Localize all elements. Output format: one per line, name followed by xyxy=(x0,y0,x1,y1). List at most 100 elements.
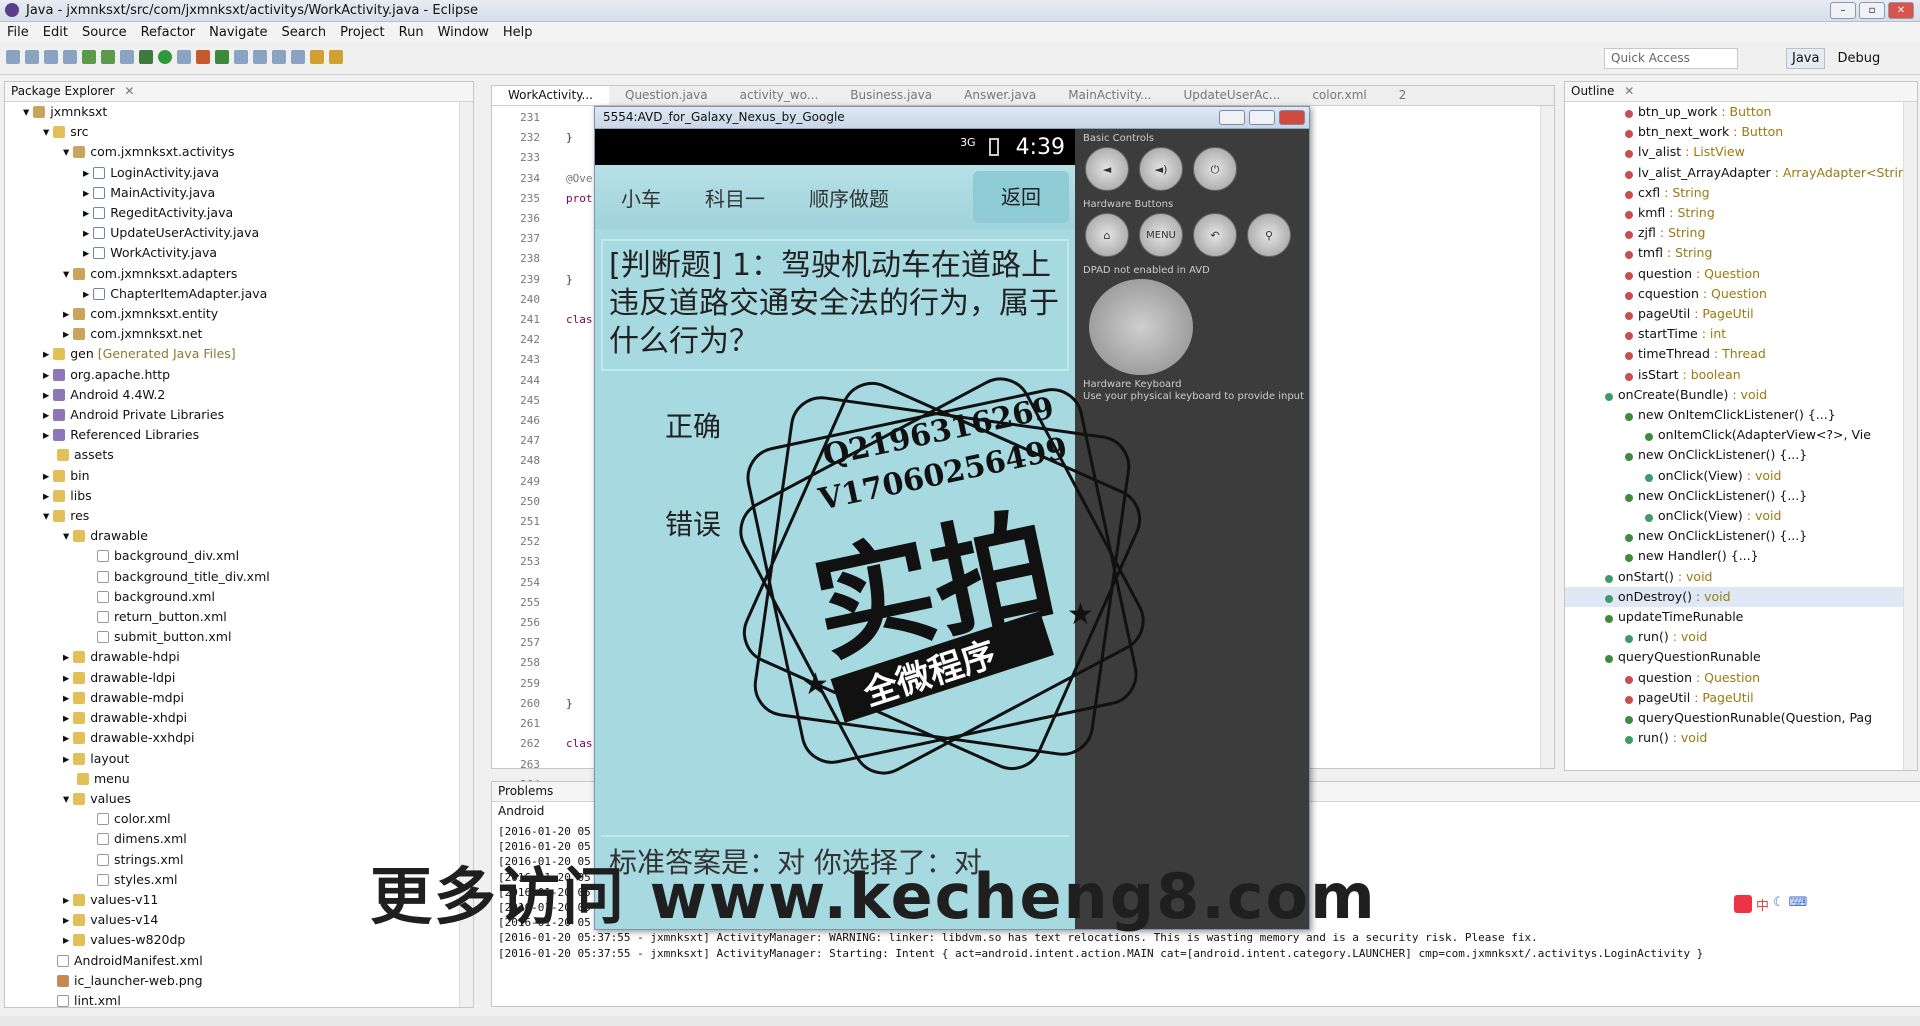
outline-item[interactable]: new OnClickListener() {...} xyxy=(1565,445,1917,465)
outline-item[interactable]: queryQuestionRunable xyxy=(1565,647,1917,667)
menu-button[interactable]: MENU xyxy=(1139,213,1183,257)
ime-language[interactable]: 中 xyxy=(1756,895,1769,914)
annotation-icon[interactable] xyxy=(272,50,286,64)
outline-item[interactable]: lv_alist : ListView xyxy=(1565,142,1917,162)
option-wrong[interactable]: 错误 xyxy=(665,503,721,543)
menu-file[interactable]: File xyxy=(0,25,36,40)
tree-item[interactable]: ▸ Android Private Libraries xyxy=(9,405,473,425)
menu-project[interactable]: Project xyxy=(333,25,391,40)
prev-annotation-icon[interactable] xyxy=(291,50,305,64)
print-icon[interactable] xyxy=(63,50,77,64)
volume-down-button[interactable]: ◄ xyxy=(1085,147,1129,191)
tree-item[interactable]: color.xml xyxy=(9,809,473,829)
search-hw-button[interactable]: ⚲ xyxy=(1247,213,1291,257)
outline-title[interactable]: Outline xyxy=(1571,84,1614,98)
quick-access-input[interactable]: Quick Access xyxy=(1604,48,1738,69)
package-explorer-title[interactable]: Package Explorer xyxy=(11,84,115,98)
menu-refactor[interactable]: Refactor xyxy=(134,25,203,40)
tab-workactivity[interactable]: WorkActivity... xyxy=(492,86,609,105)
tree-item[interactable]: ▾ jxmnksxt xyxy=(9,102,473,122)
volume-up-button[interactable]: ◄) xyxy=(1139,147,1183,191)
outline-item[interactable]: startTime : int xyxy=(1565,324,1917,344)
menu-help[interactable]: Help xyxy=(496,25,540,40)
dpad[interactable] xyxy=(1089,279,1193,375)
perspective-debug[interactable]: Debug xyxy=(1831,48,1886,69)
tree-item[interactable]: ic_launcher-web.png xyxy=(9,971,473,991)
option-correct[interactable]: 正确 xyxy=(665,405,721,445)
sdk-manager-icon[interactable] xyxy=(82,50,96,64)
editor-scrollbar[interactable] xyxy=(1540,106,1554,768)
tree-item[interactable]: ▸ Android 4.4W.2 xyxy=(9,385,473,405)
outline-item[interactable]: kmfl : String xyxy=(1565,203,1917,223)
outline-item[interactable]: isStart : boolean xyxy=(1565,365,1917,385)
outline-item[interactable]: run() : void xyxy=(1565,627,1917,647)
back-button[interactable]: 返回 xyxy=(973,171,1069,223)
tab-activity-wo[interactable]: activity_wo... xyxy=(724,86,835,105)
outline-item[interactable]: updateTimeRunable xyxy=(1565,607,1917,627)
tree-item[interactable]: AndroidManifest.xml xyxy=(9,951,473,971)
tree-item[interactable]: ▸ Referenced Libraries xyxy=(9,425,473,445)
maximize-button[interactable]: ▫ xyxy=(1859,2,1885,19)
tree-item[interactable]: ▾ com.jxmnksxt.activitys xyxy=(9,142,473,162)
tab-answer[interactable]: Answer.java xyxy=(948,86,1052,105)
tab-mainactivity[interactable]: MainActivity... xyxy=(1052,86,1167,105)
phone-screen[interactable]: 3G 4:39 小车 科目一 顺序做题 返回 [判断题] 1：驾驶机动车在道路上… xyxy=(595,129,1075,929)
emulator-minimize-button[interactable] xyxy=(1219,110,1245,125)
tree-item[interactable]: ▸ org.apache.http xyxy=(9,365,473,385)
tree-item[interactable]: ▸ LoginActivity.java xyxy=(9,163,473,183)
tree-item[interactable]: ▾ drawable xyxy=(9,526,473,546)
tree-item[interactable]: ▸ com.jxmnksxt.entity xyxy=(9,304,473,324)
emulator-maximize-button[interactable] xyxy=(1249,110,1275,125)
tree-item[interactable]: menu xyxy=(9,769,473,789)
tree-item[interactable]: ▸ drawable-hdpi xyxy=(9,647,473,667)
tree-item[interactable]: ▸ gen [Generated Java Files] xyxy=(9,344,473,364)
debug-icon[interactable] xyxy=(139,50,153,64)
open-type-icon[interactable] xyxy=(234,50,248,64)
back-hw-button[interactable]: ↶ xyxy=(1193,213,1237,257)
outline-item[interactable]: new Handler() {...} xyxy=(1565,546,1917,566)
close-button[interactable]: ✕ xyxy=(1888,2,1914,19)
tree-item[interactable]: ▸ com.jxmnksxt.net xyxy=(9,324,473,344)
outline-item[interactable]: onClick(View) : void xyxy=(1565,466,1917,486)
tree-item[interactable]: ▸ drawable-xxhdpi xyxy=(9,728,473,748)
tab-overflow[interactable]: 2 xyxy=(1383,86,1423,105)
outline-item[interactable]: lv_alist_ArrayAdapter : ArrayAdapter<Str… xyxy=(1565,163,1917,183)
menu-navigate[interactable]: Navigate xyxy=(202,25,274,40)
forward-icon[interactable] xyxy=(329,50,343,64)
keyboard-icon[interactable]: ⌨ xyxy=(1789,895,1808,914)
tree-item[interactable]: background_title_div.xml xyxy=(9,567,473,587)
outline-item[interactable]: cxfl : String xyxy=(1565,183,1917,203)
outline-item[interactable]: onItemClick(AdapterView<?>, Vie xyxy=(1565,425,1917,445)
close-view-icon[interactable]: ✕ xyxy=(1624,84,1634,98)
tree-item[interactable]: ▾ res xyxy=(9,506,473,526)
run-config-icon[interactable] xyxy=(177,50,191,64)
tree-item[interactable]: ▾ values xyxy=(9,789,473,809)
outline-item[interactable]: question : Question xyxy=(1565,264,1917,284)
menu-source[interactable]: Source xyxy=(75,25,134,40)
tree-item[interactable]: ▸ RegeditActivity.java xyxy=(9,203,473,223)
tree-item[interactable]: ▸ MainActivity.java xyxy=(9,183,473,203)
tree-item[interactable]: ▸ drawable-xhdpi xyxy=(9,708,473,728)
new-class-icon[interactable] xyxy=(215,50,229,64)
problems-tab[interactable]: Problems xyxy=(498,784,553,798)
tree-item[interactable]: ▸ layout xyxy=(9,749,473,769)
tree-item[interactable]: ▸ drawable-ldpi xyxy=(9,668,473,688)
emulator-close-button[interactable] xyxy=(1279,110,1305,125)
avd-manager-icon[interactable] xyxy=(101,50,115,64)
perspective-java[interactable]: Java xyxy=(1786,48,1826,69)
outline-item[interactable]: tmfl : String xyxy=(1565,243,1917,263)
outline-item[interactable]: btn_next_work : Button xyxy=(1565,122,1917,142)
tree-item[interactable]: background_div.xml xyxy=(9,546,473,566)
search-icon[interactable] xyxy=(253,50,267,64)
tree-item[interactable]: return_button.xml xyxy=(9,607,473,627)
save-all-icon[interactable] xyxy=(44,50,58,64)
outline-item[interactable]: zjfl : String xyxy=(1565,223,1917,243)
home-button[interactable]: ⌂ xyxy=(1085,213,1129,257)
tree-item[interactable]: ▸ ChapterItemAdapter.java xyxy=(9,284,473,304)
outline-item[interactable]: pageUtil : PageUtil xyxy=(1565,304,1917,324)
tree-item[interactable]: ▸ libs xyxy=(9,486,473,506)
minimize-button[interactable]: – xyxy=(1830,2,1856,19)
lint-icon[interactable] xyxy=(120,50,134,64)
tab-business[interactable]: Business.java xyxy=(834,86,948,105)
outline-item[interactable]: onDestroy() : void xyxy=(1565,586,1917,608)
